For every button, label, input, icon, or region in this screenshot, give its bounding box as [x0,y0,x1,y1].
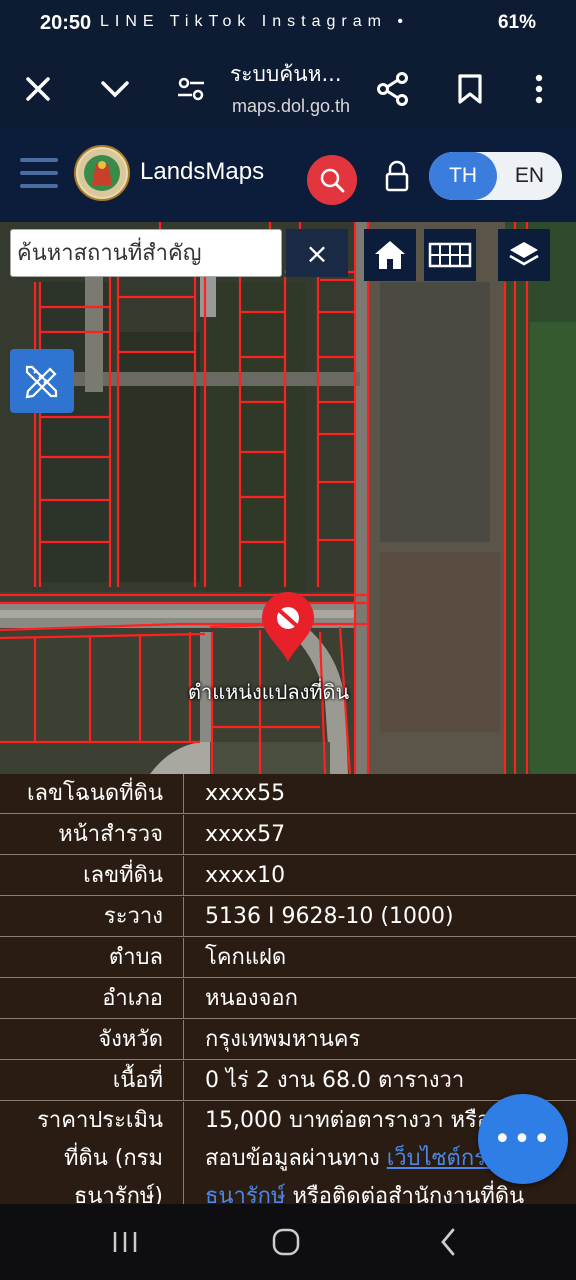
table-row: ระวาง 5136 I 9628-10 (1000) [0,897,576,937]
lang-en-button[interactable]: EN [497,152,562,200]
price-label-line3: ธนารักษ์) [73,1184,163,1204]
search-button[interactable] [307,155,357,205]
notification-icons: LINE TikTok Instagram • [100,13,409,30]
table-row: เลขที่ดิน xxxx10 [0,856,576,896]
table-row: เลขโฉนดที่ดิน xxxx55 [0,774,576,814]
table-row: ตำบล โคกแฝด [0,938,576,978]
row-value: 0 ไร่ 2 งาน 68.0 ตารางวา [205,1068,465,1093]
row-label: จังหวัด [0,1020,184,1060]
row-label: อำเภอ [0,979,184,1019]
price-label: ราคาประเมินที่ดิน (กรมธนารักษ์) [0,1102,184,1204]
share-icon[interactable] [370,66,416,112]
price-label-line2: ที่ดิน (กรม [63,1146,163,1171]
chevron-down-icon[interactable] [92,66,138,112]
row-value: xxxx57 [205,822,286,847]
grid-icon [428,242,472,268]
status-time: 20:50 [40,12,92,34]
department-logo [74,145,130,201]
lang-th-button[interactable]: TH [429,152,497,200]
table-row: จังหวัด กรุงเทพมหานคร [0,1020,576,1060]
row-value: หนองจอก [205,986,298,1011]
page-url: maps.dol.go.th [232,96,351,116]
home-nav-icon[interactable] [256,1222,316,1262]
price-line2: สอบข้อมูลผ่านทาง [205,1146,387,1171]
row-value: xxxx55 [205,781,286,806]
row-label: เลขที่ดิน [0,856,184,896]
home-icon [375,241,405,269]
brand-name: LandsMaps [140,158,265,185]
row-label: ตำบล [0,938,184,978]
table-row: เนื้อที่ 0 ไร่ 2 งาน 68.0 ตารางวา [0,1061,576,1101]
table-row: หน้าสำรวจ xxxx57 [0,815,576,855]
page-title: ระบบค้นห... [230,62,342,86]
bookmark-icon[interactable] [447,66,493,112]
more-actions-button[interactable]: ••• [478,1094,568,1184]
treasury-link[interactable]: ธนารักษ์ [205,1184,285,1204]
battery-level: 61% [497,12,536,33]
ruler-pencil-icon [25,365,58,399]
row-label: เนื้อที่ [0,1061,184,1101]
layers-icon [509,242,539,266]
row-label: เลขโฉนดที่ดิน [0,774,184,814]
table-row: อำเภอ หนองจอก [0,979,576,1019]
ellipsis-icon: ••• [493,1121,553,1157]
row-value: xxxx10 [205,863,286,888]
place-search-input[interactable] [11,230,281,276]
parcel-location-marker-icon[interactable] [258,590,318,664]
language-toggle[interactable]: TH EN [429,152,562,200]
search-icon [320,168,345,193]
more-options-icon[interactable] [516,66,562,112]
row-label: ระวาง [0,897,184,937]
close-icon[interactable] [15,66,61,112]
clear-search-button[interactable]: × [286,229,348,277]
home-button[interactable] [364,229,416,281]
back-nav-icon[interactable] [418,1222,478,1262]
marker-label: ตำแหน่งแปลงที่ดิน [188,680,350,704]
row-value: กรุงเทพมหานคร [205,1027,361,1052]
hamburger-menu-icon[interactable] [20,158,58,197]
place-search-field[interactable] [10,229,282,277]
lock-icon[interactable] [382,160,412,194]
row-label: หน้าสำรวจ [0,815,184,855]
row-value: โคกแฝด [205,945,287,970]
grid-button[interactable] [424,229,476,281]
row-value: 5136 I 9628-10 (1000) [205,904,454,929]
price-label-line1: ราคาประเมิน [37,1108,163,1133]
measure-tool-button[interactable] [10,349,74,413]
status-bar: 20:50 LINE TikTok Instagram • 61% [0,0,576,50]
recent-apps-icon[interactable] [95,1222,155,1262]
price-line3: หรือติดต่อสำนักงานที่ดิน [285,1184,525,1204]
layers-button[interactable] [498,229,550,281]
site-settings-icon[interactable] [168,66,214,112]
